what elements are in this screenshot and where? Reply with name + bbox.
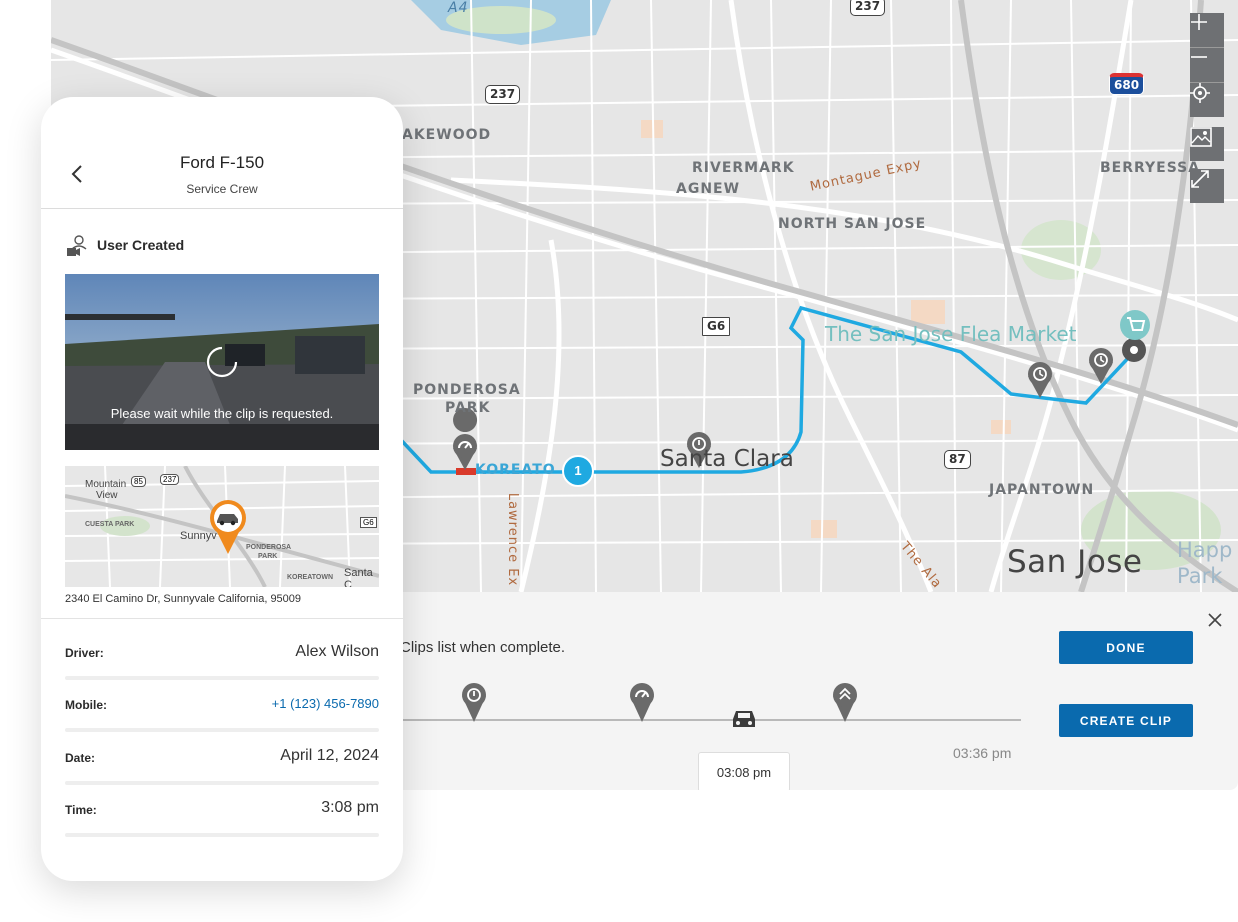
map-layer-button[interactable] bbox=[1190, 127, 1224, 161]
map-label: PONDEROSA bbox=[413, 382, 521, 398]
shopping-cart-icon bbox=[1120, 310, 1150, 340]
route-shield: 680 bbox=[1109, 73, 1145, 95]
mini-map-shield: 237 bbox=[160, 474, 180, 485]
map-label: The San Jose Flea Market bbox=[825, 322, 1077, 346]
map-label: PARK bbox=[445, 400, 491, 416]
mobile-link[interactable]: +1 (123) 456-7890 bbox=[272, 696, 379, 711]
timeline-track[interactable] bbox=[400, 719, 1021, 721]
mini-map-label: KOREATOWN bbox=[287, 574, 334, 581]
map-label: BERRYESSA bbox=[1100, 160, 1201, 176]
row-divider bbox=[65, 728, 379, 732]
locate-button[interactable] bbox=[1190, 83, 1224, 117]
mini-map-label: PONDEROSA bbox=[246, 544, 292, 551]
section-divider bbox=[41, 618, 403, 619]
route-shield: G6 bbox=[702, 317, 731, 336]
user-clip-icon bbox=[67, 235, 87, 256]
map-label: JAPANTOWN bbox=[989, 482, 1095, 498]
car-icon[interactable] bbox=[729, 707, 759, 733]
driver-label: Driver: bbox=[65, 646, 104, 660]
mini-map-label: View bbox=[96, 490, 118, 501]
expand-icon bbox=[1191, 170, 1209, 188]
speed-marker[interactable] bbox=[453, 408, 478, 470]
date-label: Date: bbox=[65, 751, 96, 765]
address: 2340 El Camino Dr, Sunnyvale California,… bbox=[65, 593, 302, 605]
row-divider bbox=[65, 781, 379, 785]
vehicle-detail-panel: Ford F-150 Service Crew User Created Ple… bbox=[41, 97, 403, 881]
locate-icon bbox=[1190, 83, 1210, 103]
map-label: Santa Clara bbox=[660, 446, 794, 472]
mini-map-label: Santa C bbox=[344, 567, 373, 587]
mini-map-shield: G6 bbox=[360, 517, 377, 528]
route-shield: 237 bbox=[850, 0, 886, 16]
loading-spinner-icon bbox=[206, 346, 238, 378]
alert-timeline-marker[interactable] bbox=[459, 682, 489, 722]
time-label: Time: bbox=[65, 803, 97, 817]
create-clip-button[interactable]: CREATE CLIP bbox=[1059, 704, 1193, 737]
map-label: NORTH SAN JOSE bbox=[778, 216, 927, 232]
mini-map[interactable]: Mountain View CUESTA PARK Sunnyv PONDERO… bbox=[65, 466, 379, 587]
current-time-tooltip: 03:08 pm bbox=[698, 752, 790, 790]
route-shield: 237 bbox=[485, 85, 521, 104]
section-label: User Created bbox=[97, 237, 185, 253]
expand-button[interactable] bbox=[1190, 169, 1224, 203]
vehicle-location-marker-icon[interactable] bbox=[208, 498, 248, 554]
zoom-out-button[interactable] bbox=[1190, 48, 1224, 83]
zoom-in-icon bbox=[1191, 14, 1207, 30]
end-time: 03:36 pm bbox=[953, 745, 1012, 761]
map-label: RIVERMARK bbox=[692, 160, 795, 176]
mini-map-shield: 85 bbox=[131, 476, 146, 487]
close-icon[interactable] bbox=[1207, 612, 1223, 628]
map-label: AKEWOOD bbox=[402, 127, 492, 143]
video-preview[interactable]: Please wait while the clip is requested. bbox=[65, 274, 379, 450]
map-label: Happ bbox=[1177, 538, 1233, 562]
route-badge-label: 1 bbox=[574, 463, 582, 478]
mini-map-label: Mountain bbox=[85, 479, 127, 490]
map-label: AGNEW bbox=[676, 181, 741, 197]
route-shield: 87 bbox=[944, 450, 971, 469]
date-value: April 12, 2024 bbox=[280, 747, 379, 764]
mobile-label: Mobile: bbox=[65, 698, 107, 712]
video-status-message: Please wait while the clip is requested. bbox=[110, 406, 334, 421]
map-label: Lawrence Ex bbox=[505, 492, 521, 587]
zoom-in-button[interactable] bbox=[1190, 13, 1224, 48]
clip-panel-message: Clips list when complete. bbox=[400, 639, 566, 656]
zoom-out-icon bbox=[1191, 56, 1207, 58]
driver-value: Alex Wilson bbox=[295, 643, 379, 660]
mini-map-label: CUESTA PARK bbox=[85, 521, 135, 528]
vehicle-title: Ford F-150 bbox=[179, 153, 265, 172]
clock-marker[interactable] bbox=[1028, 362, 1052, 398]
row-divider bbox=[65, 833, 379, 837]
mini-map-label: PARK bbox=[258, 553, 278, 560]
speed-timeline-marker[interactable] bbox=[627, 682, 657, 722]
vehicle-subtitle: Service Crew bbox=[186, 182, 258, 196]
acceleration-timeline-marker[interactable] bbox=[830, 682, 860, 722]
done-button[interactable]: DONE bbox=[1059, 631, 1193, 664]
header-divider bbox=[41, 208, 403, 209]
map-label: Park bbox=[1177, 564, 1223, 588]
row-divider bbox=[65, 676, 379, 680]
map-label: KOREATO bbox=[475, 462, 556, 478]
time-value: 3:08 pm bbox=[321, 799, 379, 816]
map-layer-icon bbox=[1190, 127, 1212, 147]
map-label: A4 bbox=[448, 0, 469, 16]
map-label: San Jose bbox=[1007, 544, 1143, 580]
current-time: 03:08 pm bbox=[716, 764, 772, 780]
end-point-marker[interactable] bbox=[1122, 338, 1146, 362]
